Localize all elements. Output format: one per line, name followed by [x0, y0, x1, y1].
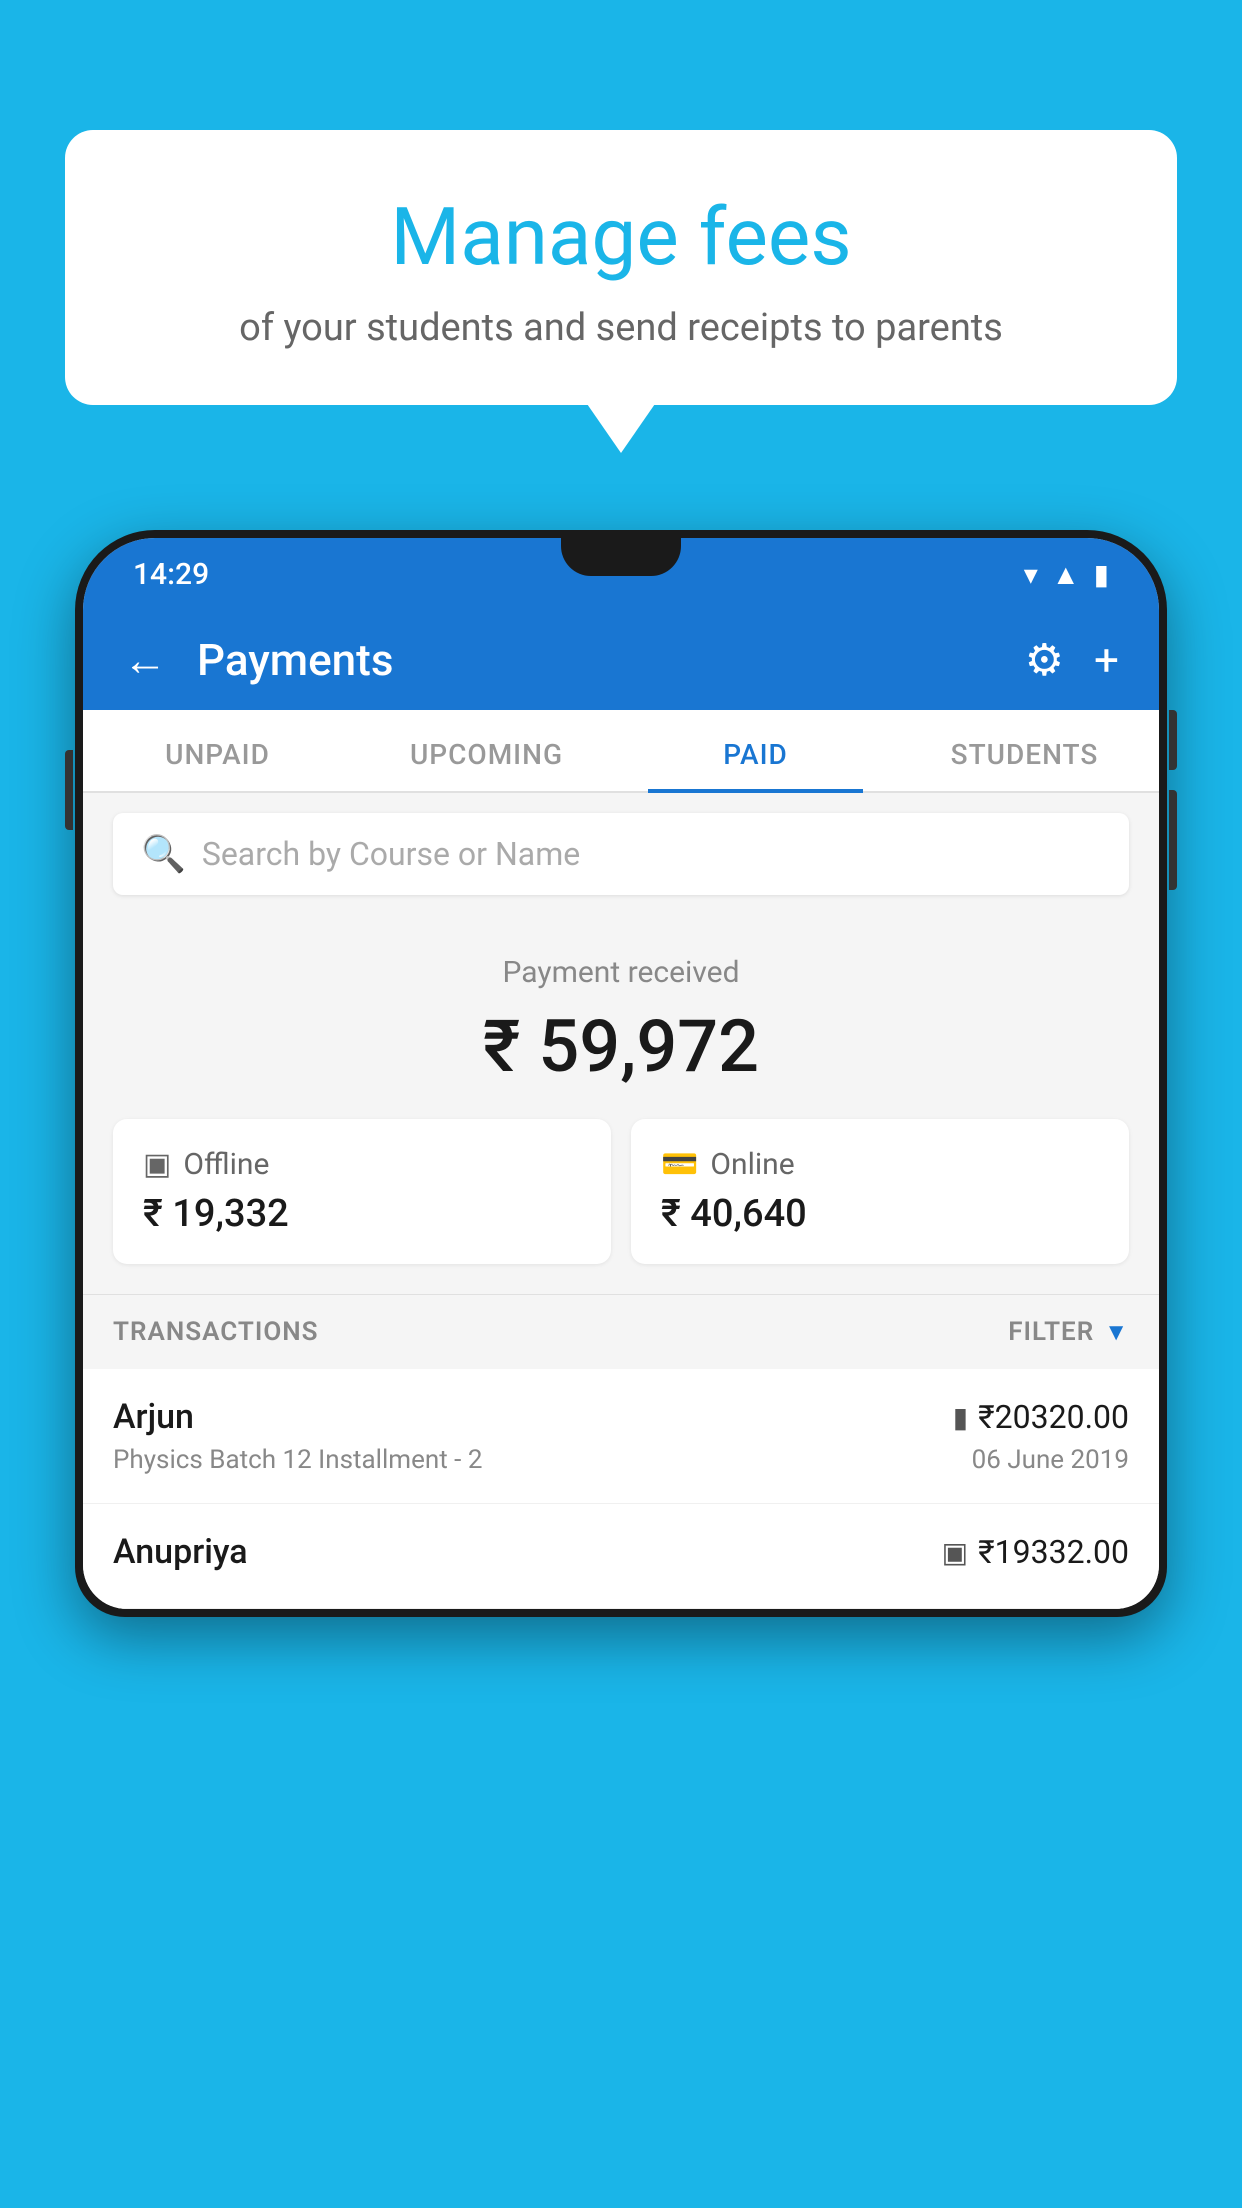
amount-value: ₹20320.00	[978, 1398, 1129, 1436]
status-icons: ▾ ▲ ▮	[1024, 558, 1109, 591]
search-input[interactable]: Search by Course or Name	[202, 835, 580, 873]
transaction-amount: ▮ ₹20320.00	[953, 1398, 1129, 1436]
payment-cards: ▣ Offline ₹ 19,332 💳 Online ₹ 40,640	[113, 1119, 1129, 1264]
transactions-label: TRANSACTIONS	[113, 1317, 319, 1347]
amount-value: ₹19332.00	[978, 1533, 1129, 1571]
transaction-row1: Anupriya ▣ ₹19332.00	[113, 1532, 1129, 1572]
tab-unpaid[interactable]: UNPAID	[83, 710, 352, 791]
offline-payment-icon: ▣	[942, 1536, 968, 1569]
offline-card-header: ▣ Offline	[143, 1147, 581, 1182]
online-icon: 💳	[661, 1147, 698, 1182]
payment-received-label: Payment received	[113, 955, 1129, 990]
power-button	[1169, 710, 1177, 770]
wifi-icon: ▾	[1024, 558, 1038, 591]
phone-screen: 14:29 ▾ ▲ ▮ ← Payments ⚙ + UNPAID	[83, 538, 1159, 1609]
speech-bubble-container: Manage fees of your students and send re…	[65, 130, 1177, 405]
filter-icon: ▼	[1104, 1318, 1129, 1347]
app-bar: ← Payments ⚙ +	[83, 610, 1159, 710]
app-bar-icons: ⚙ +	[1025, 634, 1119, 686]
offline-amount: ₹ 19,332	[143, 1192, 581, 1236]
tab-students[interactable]: STUDENTS	[890, 710, 1159, 791]
transaction-date: 06 June 2019	[972, 1445, 1129, 1475]
phone-container: 14:29 ▾ ▲ ▮ ← Payments ⚙ + UNPAID	[75, 530, 1167, 2208]
card-payment-icon: ▮	[953, 1401, 968, 1434]
signal-icon: ▲	[1052, 558, 1080, 591]
phone-frame: 14:29 ▾ ▲ ▮ ← Payments ⚙ + UNPAID	[75, 530, 1167, 1617]
online-card-header: 💳 Online	[661, 1147, 1099, 1182]
online-card: 💳 Online ₹ 40,640	[631, 1119, 1129, 1264]
settings-icon[interactable]: ⚙	[1025, 634, 1064, 686]
back-button[interactable]: ←	[123, 634, 167, 686]
payment-total-amount: ₹ 59,972	[113, 1004, 1129, 1089]
status-time: 14:29	[133, 557, 209, 592]
speech-bubble: Manage fees of your students and send re…	[65, 130, 1177, 405]
offline-label: Offline	[183, 1147, 269, 1182]
app-title: Payments	[197, 634, 995, 686]
transaction-name: Arjun	[113, 1397, 194, 1437]
transactions-header: TRANSACTIONS FILTER ▼	[83, 1294, 1159, 1369]
payment-summary: Payment received ₹ 59,972 ▣ Offline ₹ 19…	[83, 915, 1159, 1294]
tab-paid[interactable]: PAID	[621, 710, 890, 791]
filter-label: FILTER	[1008, 1317, 1094, 1347]
table-row[interactable]: Anupriya ▣ ₹19332.00	[83, 1504, 1159, 1609]
camera-notch	[561, 538, 681, 576]
battery-icon: ▮	[1094, 558, 1109, 591]
tabs-container: UNPAID UPCOMING PAID STUDENTS	[83, 710, 1159, 793]
power-button-2	[1169, 790, 1177, 890]
offline-card: ▣ Offline ₹ 19,332	[113, 1119, 611, 1264]
transaction-detail: Physics Batch 12 Installment - 2	[113, 1445, 482, 1475]
bubble-subtitle: of your students and send receipts to pa…	[125, 306, 1117, 350]
volume-button	[65, 750, 73, 830]
add-icon[interactable]: +	[1094, 634, 1119, 686]
online-amount: ₹ 40,640	[661, 1192, 1099, 1236]
tab-upcoming[interactable]: UPCOMING	[352, 710, 621, 791]
offline-icon: ▣	[143, 1147, 171, 1182]
transaction-row2: Physics Batch 12 Installment - 2 06 June…	[113, 1445, 1129, 1475]
transaction-amount: ▣ ₹19332.00	[942, 1533, 1129, 1571]
search-bar-container: 🔍 Search by Course or Name	[83, 793, 1159, 915]
transaction-row1: Arjun ▮ ₹20320.00	[113, 1397, 1129, 1437]
filter-button[interactable]: FILTER ▼	[1008, 1317, 1129, 1347]
transaction-name: Anupriya	[113, 1532, 248, 1572]
search-bar[interactable]: 🔍 Search by Course or Name	[113, 813, 1129, 895]
transaction-list: Arjun ▮ ₹20320.00 Physics Batch 12 Insta…	[83, 1369, 1159, 1609]
search-icon: 🔍	[141, 833, 186, 875]
online-label: Online	[710, 1147, 794, 1182]
table-row[interactable]: Arjun ▮ ₹20320.00 Physics Batch 12 Insta…	[83, 1369, 1159, 1504]
bubble-title: Manage fees	[125, 190, 1117, 284]
